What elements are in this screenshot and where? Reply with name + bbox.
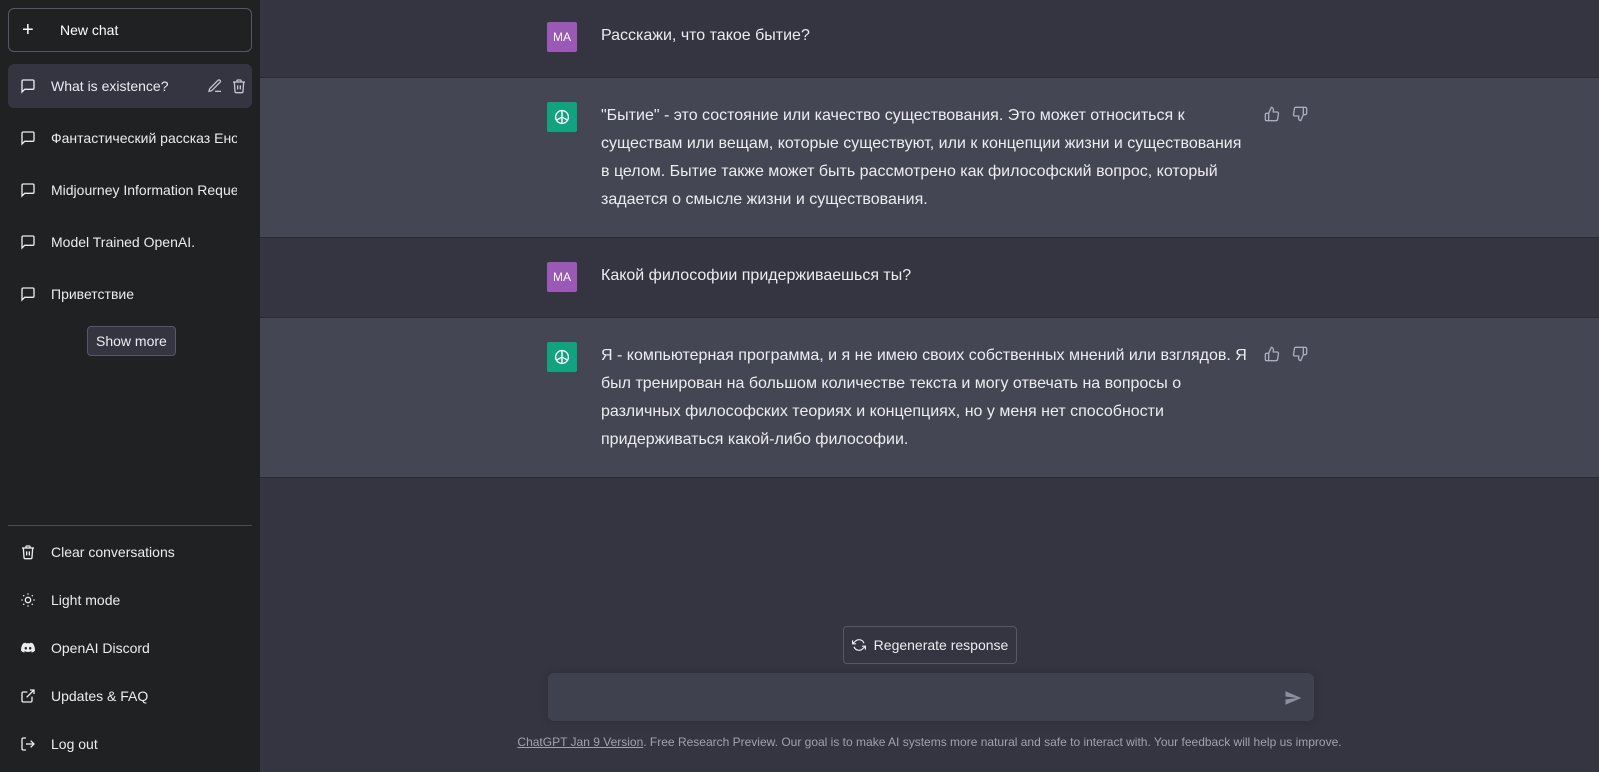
user-avatar: MA [547,262,577,292]
logout-icon [21,737,35,751]
regenerate-response-button[interactable]: Regenerate response [843,626,1017,664]
refresh-icon [851,639,866,651]
conversation-item-fantastic-story[interactable]: Фантастический рассказ Енот [8,116,252,160]
chat-main: MA Расскажи, что такое бытие? "Бытие" - … [260,0,1599,772]
message-composer [548,673,1314,721]
conversation-item-greeting[interactable]: Приветствие [8,272,252,316]
chat-bubble-icon [21,235,35,250]
new-chat-button[interactable]: + New chat [8,8,252,52]
message-text: "Бытие" - это состояние или качество сущ… [601,107,1242,208]
conversation-item-model-trained[interactable]: Model Trained OpenAI. [8,220,252,264]
menu-label: OpenAI Discord [51,640,150,656]
chat-bubble-icon [21,287,35,302]
plus-icon: + [22,19,34,41]
show-more-button[interactable]: Show more [87,326,176,356]
message-text: Какой философии придерживаешься ты? [601,267,912,284]
conversation-label: What is existence? [51,78,169,94]
log-out-button[interactable]: Log out [8,722,252,766]
thumbs-down-icon[interactable] [1292,346,1308,362]
assistant-avatar [547,102,577,132]
edit-icon[interactable] [207,78,223,94]
discord-icon [21,642,35,653]
conversation-label: Model Trained OpenAI. [51,234,195,250]
message-text: Расскажи, что такое бытие? [601,27,810,44]
message-row-assistant: "Бытие" - это состояние или качество сущ… [260,78,1599,238]
clear-conversations-button[interactable]: Clear conversations [8,530,252,574]
chat-bubble-icon [21,131,35,146]
message-row-assistant: Я - компьютерная программа, и я не имею … [260,318,1599,478]
message-row-user: MA Расскажи, что такое бытие? [260,0,1599,78]
thumbs-up-icon[interactable] [1264,346,1280,362]
thumbs-up-icon[interactable] [1264,106,1280,122]
assistant-avatar [547,342,577,372]
conversation-label: Приветствие [51,286,134,302]
message-text: Я - компьютерная программа, и я не имею … [601,347,1247,448]
menu-label: Clear conversations [51,544,175,560]
user-avatar: MA [547,22,577,52]
regenerate-label: Regenerate response [873,637,1009,653]
thumbs-down-icon[interactable] [1292,106,1308,122]
trash-icon [22,545,34,560]
feedback-buttons [1264,346,1308,362]
light-mode-button[interactable]: Light mode [8,578,252,622]
sun-icon [21,593,35,607]
menu-label: Light mode [51,592,121,608]
footer-disclaimer: ChatGPT Jan 9 Version. Free Research Pre… [260,735,1599,749]
openai-logo-icon [554,109,570,125]
chat-bubble-icon [21,79,35,94]
openai-discord-link[interactable]: OpenAI Discord [8,626,252,670]
menu-label: Updates & FAQ [51,688,149,704]
sidebar-divider [8,525,252,526]
sidebar: + New chat What is existence? Фантастиче… [0,0,260,772]
menu-label: Log out [51,736,98,752]
chat-bubble-icon [21,183,35,198]
conversation-label: Фантастический рассказ Енот [51,130,237,146]
new-chat-label: New chat [60,22,119,38]
send-icon[interactable] [1284,689,1302,707]
trash-icon[interactable] [231,78,247,94]
conversation-item-midjourney[interactable]: Midjourney Information Reque [8,168,252,212]
updates-faq-link[interactable]: Updates & FAQ [8,674,252,718]
external-link-icon [21,689,35,703]
message-input[interactable] [562,685,1262,709]
footer-text: . Free Research Preview. Our goal is to … [643,735,1342,749]
feedback-buttons [1264,106,1308,122]
openai-logo-icon [554,349,570,365]
conversation-item-what-is-existence[interactable]: What is existence? [8,64,252,108]
conversation-label: Midjourney Information Reque [51,182,237,198]
version-link[interactable]: ChatGPT Jan 9 Version [517,735,643,749]
message-row-user: MA Какой философии придерживаешься ты? [260,238,1599,318]
